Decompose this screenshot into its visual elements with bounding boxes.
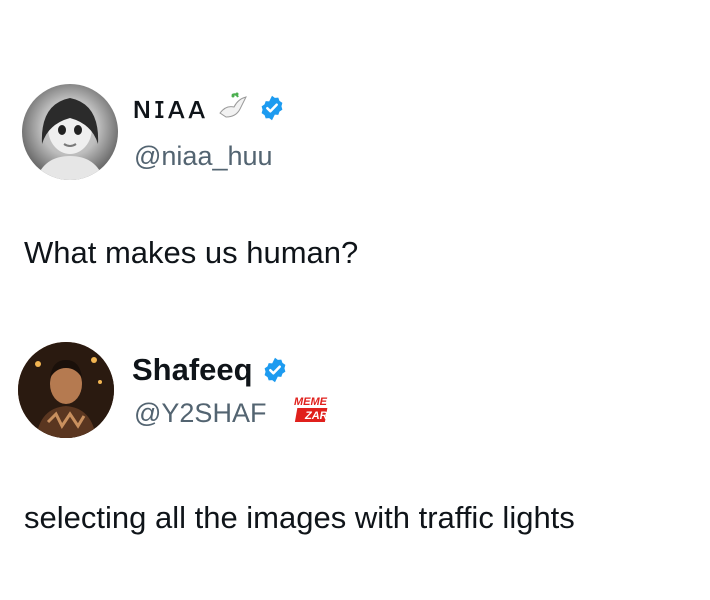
- tweet-text: What makes us human?: [24, 235, 359, 270]
- verified-badge-icon: [261, 356, 289, 384]
- avatar-shafeeq[interactable]: [18, 342, 114, 438]
- verified-badge-icon: [258, 94, 286, 122]
- name-row-niaa: ɴɪᴀᴀ: [132, 88, 286, 128]
- handle[interactable]: @Y2SHAF: [134, 396, 266, 430]
- memezar-watermark-logo: MEME ZAR: [288, 393, 338, 425]
- avatar-portrait-icon: [36, 98, 104, 180]
- dove-with-olive-branch-icon: [216, 91, 250, 125]
- svg-text:ZAR: ZAR: [304, 410, 328, 422]
- avatar-portrait-icon: [18, 342, 114, 438]
- display-name[interactable]: ɴɪᴀᴀ: [132, 88, 208, 128]
- tweet-text: selecting all the images with traffic li…: [24, 500, 575, 535]
- svg-text:MEME: MEME: [294, 396, 328, 408]
- display-name[interactable]: Shafeeq: [132, 350, 253, 390]
- name-row-shafeeq: Shafeeq: [132, 350, 289, 390]
- avatar-niaa[interactable]: [22, 84, 118, 180]
- handle[interactable]: @niaa_huu: [134, 139, 273, 173]
